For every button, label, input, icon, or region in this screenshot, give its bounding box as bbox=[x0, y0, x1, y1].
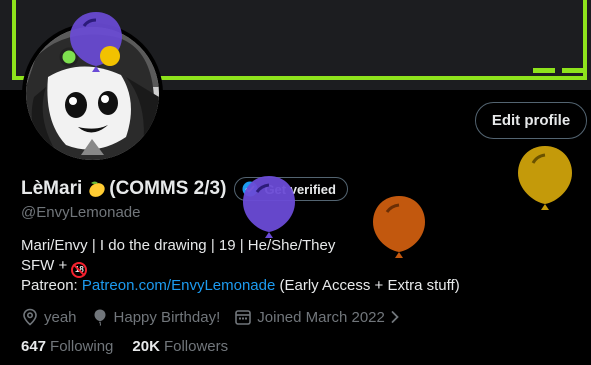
location-pin-icon bbox=[23, 308, 37, 326]
party-balloon-purple bbox=[70, 12, 122, 72]
lemon-emoji-icon bbox=[89, 181, 105, 197]
bio-text: (Early Access + Extra stuff) bbox=[279, 277, 460, 294]
calendar-icon bbox=[235, 310, 252, 325]
follow-stats: 647 Following 20K Followers bbox=[21, 338, 247, 355]
chevron-right-icon[interactable] bbox=[388, 310, 402, 324]
party-balloon-purple bbox=[243, 176, 295, 238]
profile-name-row: LèMari (COMMS 2/3) Get verified bbox=[21, 176, 348, 202]
location-text: yeah bbox=[44, 308, 77, 326]
following-link[interactable]: 647 Following bbox=[21, 338, 113, 355]
display-name-suffix: (COMMS 2/3) bbox=[109, 178, 227, 199]
patreon-link[interactable]: Patreon.com/EnvyLemonade bbox=[82, 277, 275, 294]
followers-label: Followers bbox=[163, 338, 229, 355]
followers-count: 20K bbox=[132, 338, 160, 355]
bio-line: Patreon: Patreon.com/EnvyLemonade (Early… bbox=[21, 276, 460, 296]
birthday-text: Happy Birthday! bbox=[113, 308, 221, 326]
following-count: 647 bbox=[21, 338, 47, 355]
meta-birthday: Happy Birthday! bbox=[91, 308, 221, 326]
profile-meta: yeah Happy Birthday! Joined March 2022 bbox=[21, 306, 416, 328]
banner-tick-decoration bbox=[533, 68, 555, 73]
profile-handle: @EnvyLemonade bbox=[21, 204, 141, 221]
followers-link[interactable]: 20K Followers bbox=[132, 338, 228, 355]
meta-location: yeah bbox=[21, 308, 77, 326]
balloon-icon bbox=[94, 309, 106, 326]
party-balloon-gold bbox=[518, 146, 572, 210]
bio-text: SFW + bbox=[21, 257, 68, 274]
edit-profile-button[interactable]: Edit profile bbox=[475, 102, 587, 139]
display-name: LèMari bbox=[21, 178, 83, 199]
banner-tick-decoration bbox=[562, 68, 587, 73]
following-label: Following bbox=[50, 338, 114, 355]
meta-joined: Joined March 2022 bbox=[234, 308, 402, 326]
bio-text: Patreon: bbox=[21, 277, 78, 294]
joined-text: Joined March 2022 bbox=[257, 308, 385, 326]
party-balloon-orange bbox=[373, 196, 425, 258]
